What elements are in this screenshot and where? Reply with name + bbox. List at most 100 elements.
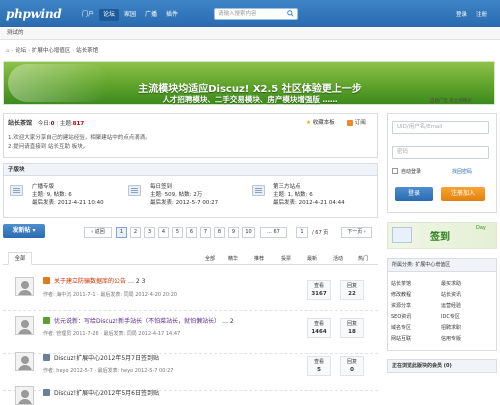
category-link[interactable]: 修改教程	[391, 291, 411, 298]
nav-home[interactable]: 家园	[120, 9, 140, 21]
forgot-password-link[interactable]: 找回密码	[452, 168, 472, 175]
replies-count: 18	[348, 329, 356, 335]
breadcrumb-category[interactable]: 扩展中心增值区	[32, 48, 71, 54]
tab-all[interactable]: 全部	[8, 252, 32, 265]
subforum-last: 最后发表: 2012-4-21 04:44	[273, 200, 345, 206]
login-link[interactable]: 登录	[456, 10, 467, 18]
home-icon[interactable]: ⌂	[6, 48, 10, 54]
nav-broadcast[interactable]: 广播	[141, 9, 161, 21]
filter-digest[interactable]: 精华	[228, 255, 238, 262]
filter-newest[interactable]: 最新	[307, 255, 317, 262]
thread-last-post[interactable]: 最后发表: 同局 2012-4-17 14:47	[104, 331, 181, 337]
category-link[interactable]: 站长资讯	[441, 291, 461, 298]
breadcrumb-forum[interactable]: 论坛	[15, 48, 26, 54]
thread-icon	[43, 389, 50, 396]
page-9[interactable]: 9	[228, 227, 239, 238]
next-page-button[interactable]: 下一页 ›	[341, 227, 372, 238]
avatar[interactable]	[15, 277, 34, 296]
views-label: 查看	[313, 283, 324, 289]
thread-last-post[interactable]: 最后发表: 同局 2012-4-20 20:20	[100, 292, 177, 298]
category-link[interactable]: SEO资讯	[391, 313, 411, 320]
category-link[interactable]: 最买求助	[441, 280, 461, 287]
page-5[interactable]: 5	[172, 227, 183, 238]
category-link[interactable]: 网站互联	[391, 335, 411, 342]
category-link[interactable]: 域名专区	[391, 324, 411, 331]
avatar[interactable]	[15, 316, 34, 335]
page-1[interactable]: 1	[116, 227, 127, 238]
category-link[interactable]: 站长茶馆	[391, 280, 411, 287]
thread-title[interactable]: 优元说新：写给Discuz!新手站长（不怕菜站长，就怕懒站长）	[54, 318, 220, 325]
filter-all[interactable]: 全部	[205, 255, 215, 262]
nav-plugins[interactable]: 插件	[162, 9, 182, 21]
page-10[interactable]: 10	[242, 227, 255, 238]
thread-last-post[interactable]: 最后发表: heyo 2012-5-7 00:27	[98, 368, 174, 374]
page-7[interactable]: 7	[200, 227, 211, 238]
search-icon[interactable]	[287, 10, 294, 17]
favorite-button[interactable]: ★ 收藏本板	[306, 118, 335, 126]
login-button[interactable]: 登录	[395, 187, 433, 201]
views-stat: 查看 3167	[307, 280, 331, 300]
new-post-button[interactable]: 发新帖 ▾	[3, 224, 45, 238]
rss-button[interactable]: 订阅	[347, 118, 366, 126]
thread-title-row: 关于建立防骗数据库的公告 … 2 3	[54, 276, 145, 285]
page-jump-input[interactable]: 1	[296, 227, 308, 238]
password-input[interactable]: 密码	[392, 146, 489, 159]
subforum-name[interactable]: 每日签到	[150, 183, 218, 191]
thread-author[interactable]: 作者: 管理员 2011-7-26	[43, 331, 99, 337]
site-logo[interactable]: phpwind	[6, 7, 62, 21]
page-8[interactable]: 8	[214, 227, 225, 238]
search-input[interactable]: 请输入搜索内容	[214, 8, 298, 20]
breadcrumb: ⌂ › 论坛 › 扩展中心增值区 › 站长茶馆	[6, 48, 99, 54]
filter-recommend[interactable]: 推荐	[254, 255, 264, 262]
category-header: 所属分类: 扩展中心增值区	[387, 258, 497, 272]
back-button[interactable]: ‹ 返回	[84, 227, 112, 238]
page-2[interactable]: 2	[130, 227, 141, 238]
thread-pages[interactable]: … 2	[222, 318, 234, 325]
subforum-name[interactable]: 第三方站点	[273, 183, 345, 191]
nav-forum[interactable]: 论坛	[99, 9, 120, 21]
page-4[interactable]: 4	[158, 227, 169, 238]
star-icon: ★	[306, 120, 311, 126]
thread-author[interactable]: 作者: heyo 2012-5-7	[43, 368, 93, 374]
back-label: 返回	[94, 229, 105, 235]
category-link[interactable]: 信用专版	[441, 335, 461, 342]
subforum-icon[interactable]	[10, 185, 23, 196]
subforum-last: 最后发表: 2012-4-21 10:40	[32, 200, 104, 206]
category-link[interactable]: 招聘求职	[441, 324, 461, 331]
page-3[interactable]: 3	[144, 227, 155, 238]
auto-login-checkbox[interactable]	[392, 168, 398, 174]
topics-label: 主题:	[59, 121, 73, 127]
category-link[interactable]: IDC专区	[441, 313, 460, 320]
page-last[interactable]: ... 67	[260, 227, 287, 238]
thread-title[interactable]: Discuz!扩展中心2012年5月6日签到贴	[54, 388, 159, 397]
views-stat: 查看 1464	[307, 318, 331, 338]
replies-count: 0	[350, 367, 354, 373]
subforum-icon[interactable]	[128, 185, 141, 196]
register-link[interactable]: 注册	[476, 10, 487, 18]
filter-hot[interactable]: 热门	[358, 255, 368, 262]
online-members-header: 正在浏览此版块的会员 (0)	[387, 359, 497, 373]
category-link[interactable]: 运营经验	[441, 302, 461, 309]
breadcrumb-current[interactable]: 站长茶馆	[76, 48, 98, 54]
subforum-item-1: 广播专版 主题: 9, 帖数: 6 最后发表: 2012-4-21 10:40	[32, 183, 104, 207]
thread-pages[interactable]: … 2 3	[128, 278, 145, 285]
nav-portal[interactable]: 门户	[78, 9, 98, 21]
forum-desc-1: 1.欢迎大家分享自己的建站经验，相聚建站中的点点滴滴。	[8, 135, 151, 141]
rss-icon	[347, 119, 353, 126]
avatar[interactable]	[15, 386, 34, 405]
thread-author[interactable]: 作者: 海中沉 2011-7-1	[43, 292, 96, 298]
thread-title[interactable]: Discuz!扩展中心2012年5月7日签到贴	[54, 353, 159, 362]
subforum-stats: 主题: 509, 帖数: 2万	[150, 192, 203, 198]
filter-poll[interactable]: 投票	[281, 255, 291, 262]
thread-title[interactable]: 关于建立防骗数据库的公告	[54, 278, 126, 285]
banner-ad-label[interactable]: 自助广告 可立即购买	[430, 98, 472, 104]
register-button[interactable]: 注册加入	[441, 187, 485, 201]
subforum-name[interactable]: 广播专版	[32, 183, 104, 191]
subforum-icon[interactable]	[252, 185, 265, 196]
username-input[interactable]: UID/用户名/Email	[392, 121, 489, 134]
avatar[interactable]	[15, 352, 34, 371]
page-6[interactable]: 6	[186, 227, 197, 238]
views-count: 5	[317, 367, 321, 373]
filter-activity[interactable]: 活动	[333, 255, 343, 262]
category-link[interactable]: 资源分享	[391, 302, 411, 309]
